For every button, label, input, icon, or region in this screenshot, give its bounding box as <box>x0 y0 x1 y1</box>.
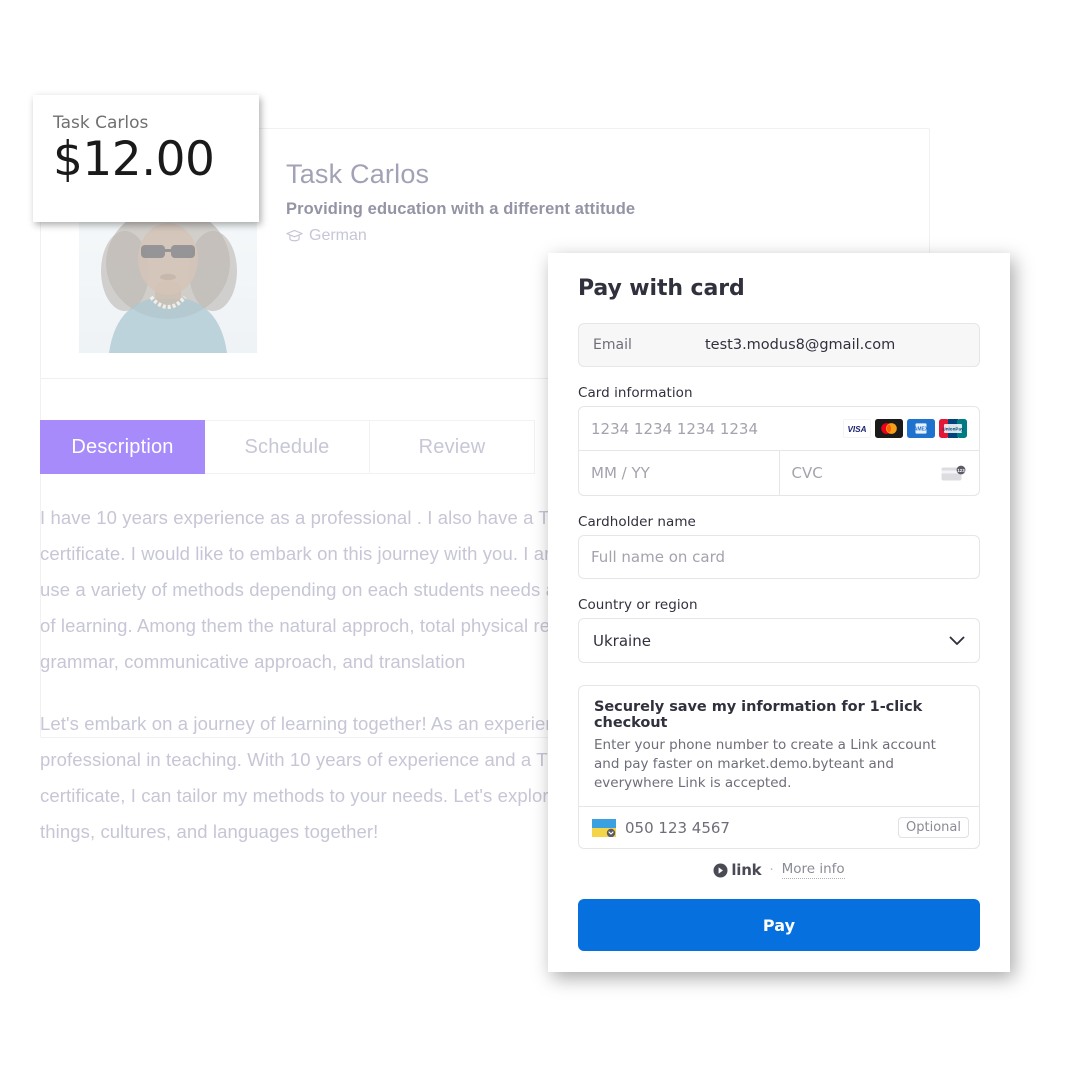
link-footer-separator: · <box>769 862 774 878</box>
cardholder-name-label: Cardholder name <box>578 514 696 530</box>
card-expiry-cvc-row: MM / YY CVC 123 <box>579 451 979 495</box>
link-save-heading: Securely save my information for 1-click… <box>594 699 923 731</box>
profile-subject-label: German <box>309 227 367 244</box>
tab-review[interactable]: Review <box>370 420 535 474</box>
link-arrow-icon <box>713 863 728 877</box>
link-save-copy: Securely save my information for 1-click… <box>579 686 979 806</box>
link-save-description: Enter your phone number to create a Link… <box>594 737 936 791</box>
chevron-down-icon <box>949 636 965 645</box>
country-label: Country or region <box>578 597 698 613</box>
pay-button[interactable]: Pay <box>578 899 980 951</box>
cvc-card-icon: 123 <box>941 465 966 480</box>
unionpay-icon: UnionPay <box>939 419 967 438</box>
link-save-info-box: Securely save my information for 1-click… <box>578 685 980 849</box>
email-value: test3.modus8@gmail.com <box>705 337 896 353</box>
link-brand-mark: link <box>713 861 762 879</box>
profile-tagline: Providing education with a different att… <box>286 200 636 218</box>
svg-text:123: 123 <box>957 468 965 473</box>
phone-number-placeholder: 050 123 4567 <box>625 818 730 837</box>
avatar <box>79 201 257 353</box>
svg-text:AMEX: AMEX <box>914 427 929 433</box>
graduation-cap-icon <box>286 229 303 243</box>
price-amount: $12.00 <box>53 132 215 187</box>
mastercard-icon <box>875 419 903 438</box>
card-expiry-placeholder: MM / YY <box>591 464 650 482</box>
svg-text:VISA: VISA <box>847 425 866 434</box>
card-information-group: 1234 1234 1234 1234 VISA AMEX UnionPay M… <box>578 406 980 496</box>
link-brand-word: link <box>731 861 762 879</box>
ukraine-flag-icon <box>592 818 616 837</box>
visa-icon: VISA <box>843 419 871 438</box>
cardholder-name-placeholder: Full name on card <box>591 548 726 566</box>
amex-icon: AMEX <box>907 419 935 438</box>
svg-text:UnionPay: UnionPay <box>942 427 964 432</box>
card-cvc-placeholder: CVC <box>791 464 823 482</box>
price-overlay-panel: Task Carlos $12.00 <box>33 95 259 222</box>
pay-with-card-modal: Pay with card Email test3.modus8@gmail.c… <box>548 253 1010 972</box>
tab-schedule[interactable]: Schedule <box>205 420 370 474</box>
card-cvc-input[interactable]: CVC 123 <box>780 451 980 495</box>
card-number-input[interactable]: 1234 1234 1234 1234 VISA AMEX UnionPay <box>579 407 979 451</box>
more-info-link[interactable]: More info <box>781 861 845 879</box>
profile-subject: German <box>286 227 886 245</box>
tab-description[interactable]: Description <box>40 420 205 474</box>
link-footer: link · More info <box>578 859 980 881</box>
email-field[interactable]: Email test3.modus8@gmail.com <box>578 323 980 367</box>
phone-number-input[interactable]: 050 123 4567 Optional <box>579 806 979 848</box>
cardholder-name-input[interactable]: Full name on card <box>578 535 980 579</box>
card-expiry-input[interactable]: MM / YY <box>579 451 780 495</box>
pay-modal-title: Pay with card <box>578 276 745 301</box>
profile-tabs: Description Schedule Review <box>40 420 535 474</box>
card-information-label: Card information <box>578 385 693 401</box>
optional-badge: Optional <box>898 817 969 838</box>
country-select[interactable]: Ukraine <box>578 618 980 663</box>
profile-name: Task Carlos <box>286 159 430 189</box>
price-panel-title: Task Carlos <box>53 113 149 133</box>
country-value: Ukraine <box>593 631 651 650</box>
card-brand-icons: VISA AMEX UnionPay <box>843 419 967 438</box>
email-label: Email <box>593 337 632 353</box>
card-number-placeholder: 1234 1234 1234 1234 <box>591 419 758 438</box>
profile-info: Task Carlos Providing education with a d… <box>286 159 886 245</box>
